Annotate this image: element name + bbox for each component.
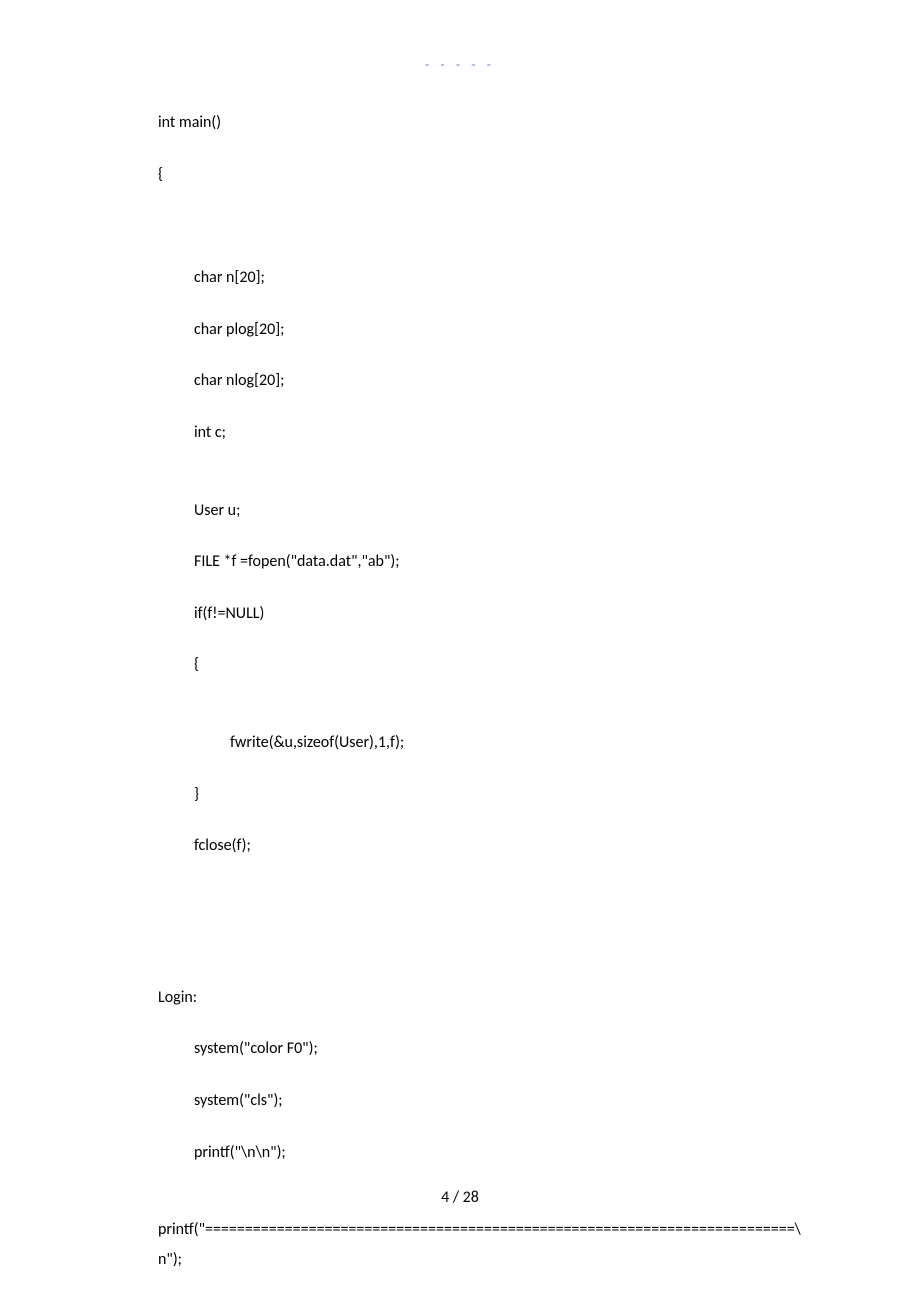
- code-content: int main() { char n[20]; char plog[20]; …: [158, 110, 820, 1298]
- code-line: system("color F0");: [158, 1036, 820, 1062]
- code-line: fwrite(&u,sizeof(User),1,f);: [158, 730, 820, 756]
- code-line: n");: [158, 1247, 820, 1273]
- page-number: 4 / 28: [0, 1188, 920, 1207]
- code-line: if(f!=NULL): [158, 601, 820, 627]
- code-line: int main(): [158, 110, 820, 136]
- code-line: system("cls");: [158, 1088, 820, 1114]
- code-line: {: [158, 652, 820, 678]
- code-line: fclose(f);: [158, 833, 820, 859]
- code-line: int c;: [158, 420, 820, 446]
- code-line: printf("\n\n");: [158, 1140, 820, 1166]
- code-line: FILE *f =fopen("data.dat","ab");: [158, 549, 820, 575]
- code-line: char plog[20];: [158, 317, 820, 343]
- code-line: char nlog[20];: [158, 368, 820, 394]
- code-line: User u;: [158, 498, 820, 524]
- code-line: Login:: [158, 985, 820, 1011]
- code-line: }: [158, 782, 820, 808]
- header-dashes: - - - - -: [0, 56, 920, 73]
- code-line: printf("================================…: [158, 1217, 820, 1243]
- code-line: char n[20];: [158, 265, 820, 291]
- code-line: {: [158, 162, 820, 188]
